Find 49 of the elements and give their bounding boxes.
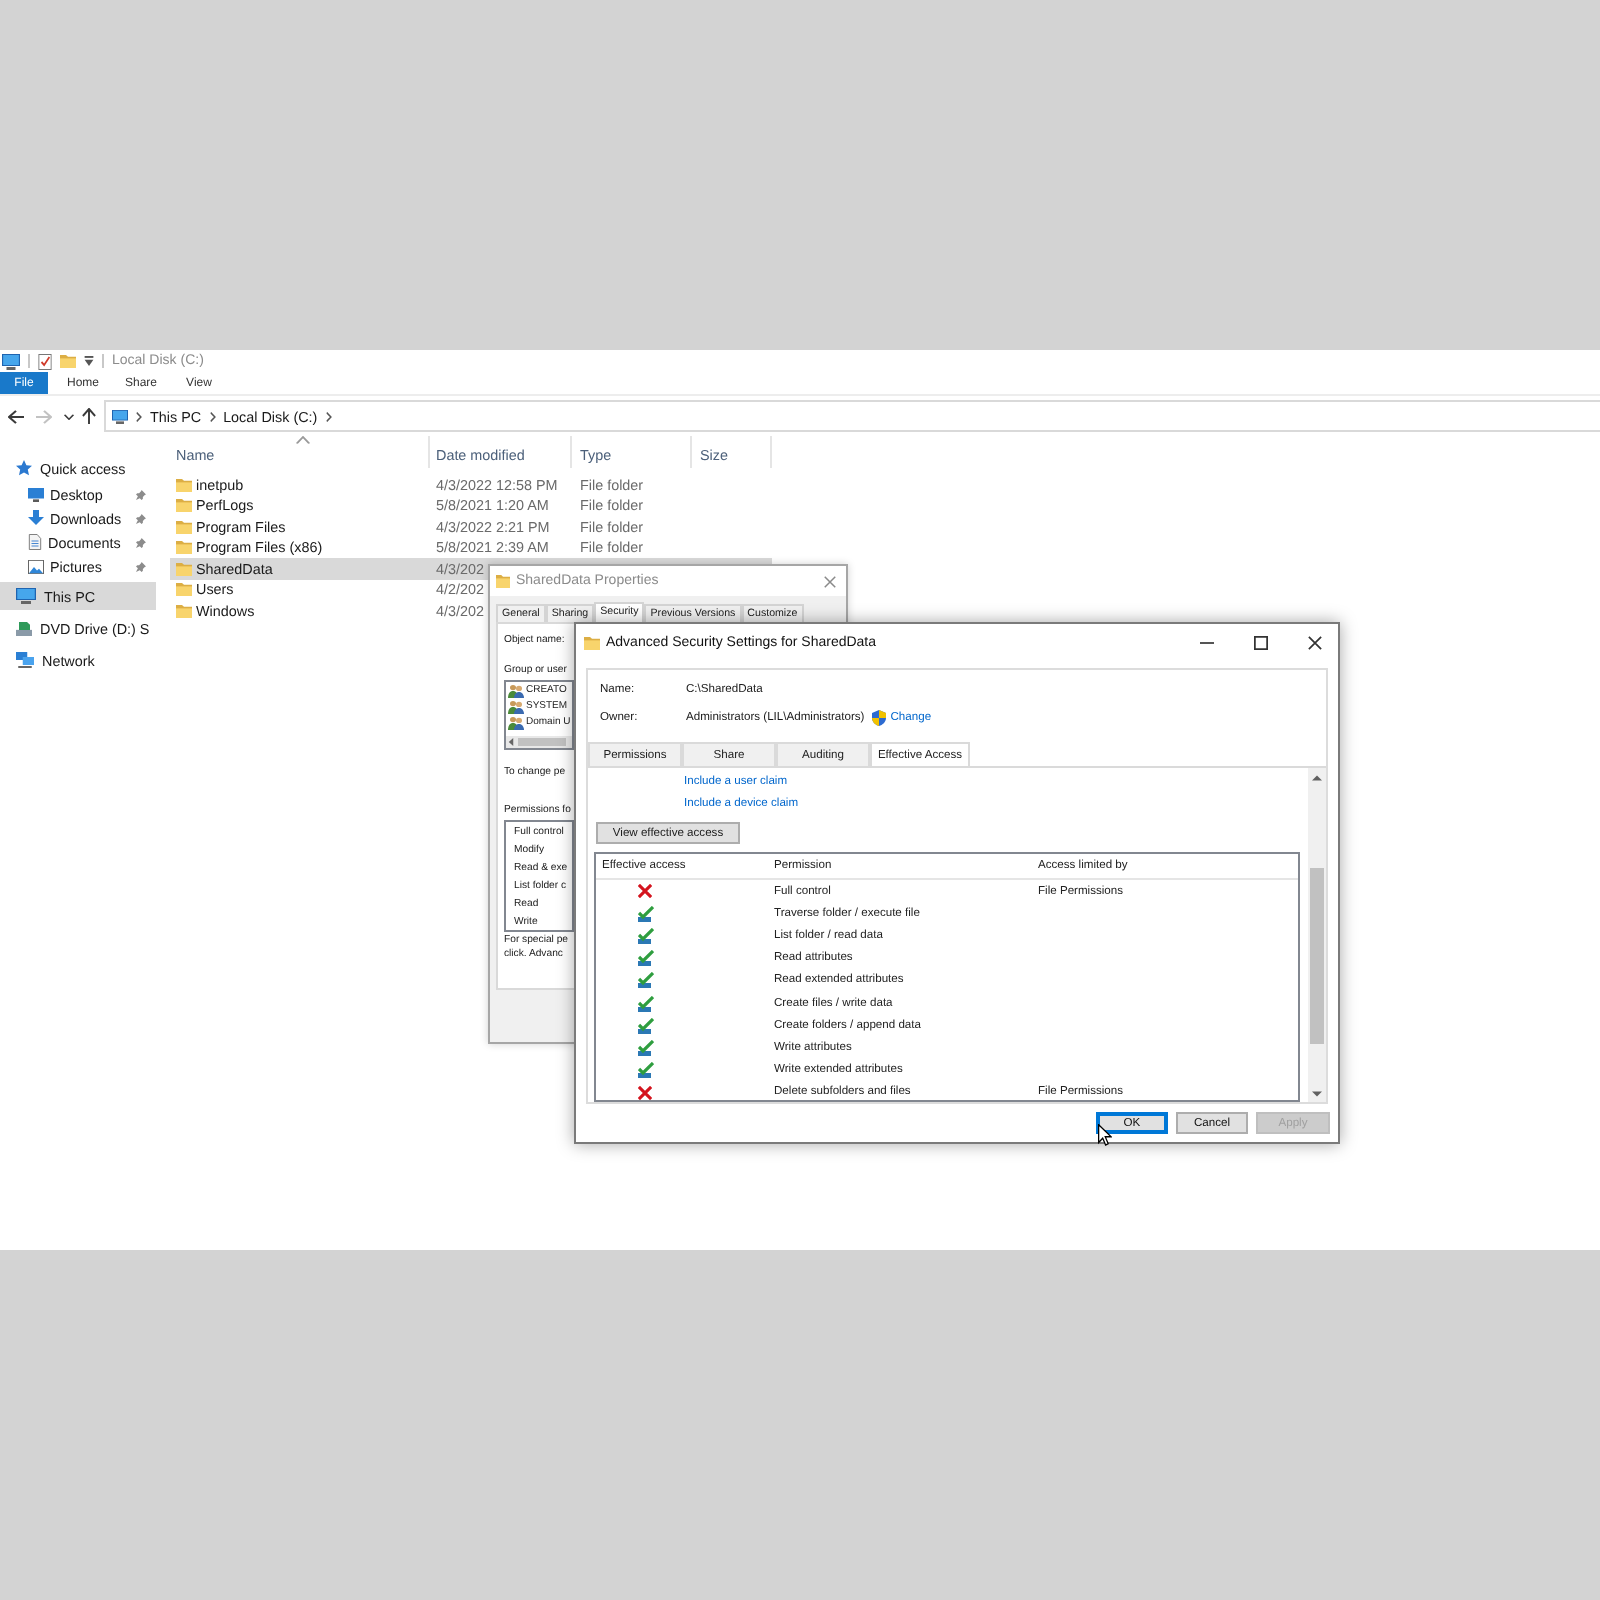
folder-icon [584,635,600,649]
desktop-icon [28,487,44,501]
checklist-icon[interactable] [38,353,52,369]
folder-icon [176,561,192,576]
up-arrow-icon[interactable] [82,408,96,424]
check-icon [638,950,654,967]
drive-icon [16,621,32,635]
cross-icon [638,884,652,899]
scrollbar[interactable] [506,736,572,748]
scrollbar-thumb[interactable] [518,738,566,746]
check-icon [638,1062,654,1079]
computer-icon[interactable] [2,353,20,369]
check-icon [638,905,654,922]
scrollbar-thumb[interactable] [1310,868,1324,1044]
folder-icon [176,603,192,618]
check-icon [638,1039,654,1056]
shield-icon [872,710,887,726]
picture-icon [28,559,44,573]
minimize-icon[interactable] [1199,641,1213,643]
check-icon [638,972,654,989]
folder-icon [176,540,192,555]
check-icon [638,1017,654,1034]
chevron-right-icon [209,411,216,421]
cross-icon [638,1085,652,1100]
folder-icon [176,498,192,513]
download-arrow-icon [28,510,44,526]
chevron-right-icon [136,411,142,421]
scroll-down-icon [1312,1090,1322,1098]
computer-icon [112,409,128,423]
dropdown-caret-icon[interactable] [84,356,94,366]
network-icon [16,652,34,668]
chevron-right-icon [325,411,332,421]
maximize-icon[interactable] [1253,635,1267,649]
scrollbar[interactable] [1308,768,1326,1102]
folder-icon [496,574,510,588]
folder-icon [176,582,192,597]
sort-caret-icon [295,436,309,444]
check-icon [638,927,654,944]
folder-icon [176,519,192,534]
scroll-left-icon [508,738,514,746]
caret-down-icon[interactable] [64,413,74,419]
check-icon [638,995,654,1012]
document-icon [28,534,42,550]
scroll-up-icon [1312,774,1322,782]
computer-icon [16,588,36,604]
star-icon [16,460,32,476]
close-icon[interactable] [1307,635,1321,649]
back-arrow-icon[interactable] [8,409,24,423]
folder-icon [176,477,192,492]
